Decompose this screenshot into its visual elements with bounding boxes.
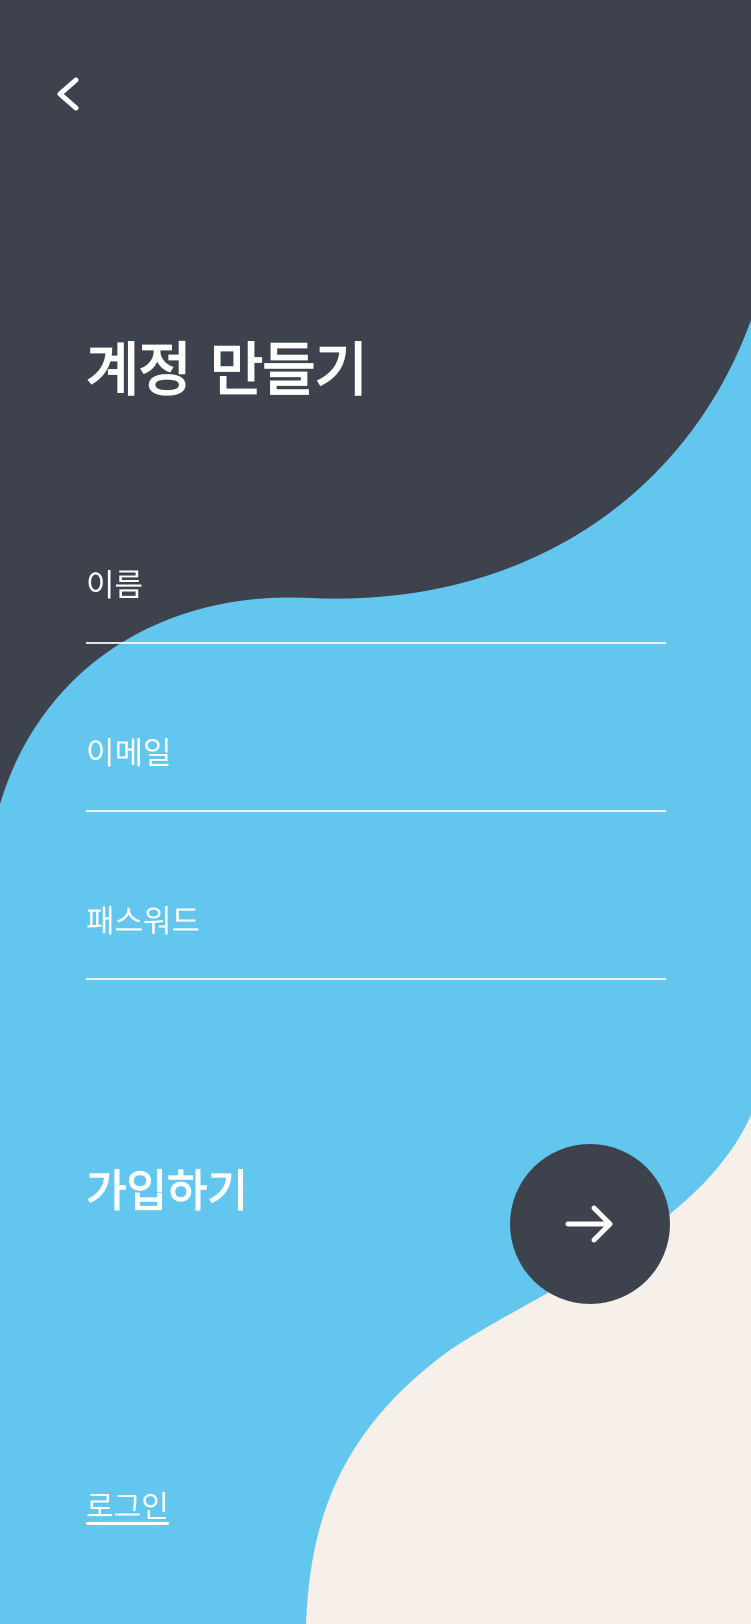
name-field[interactable]: 이름 <box>86 562 666 644</box>
signup-submit-button[interactable] <box>510 1144 670 1304</box>
signup-label: 가입하기 <box>86 1166 248 1217</box>
back-button[interactable] <box>46 66 94 122</box>
password-field[interactable]: 패스워드 <box>86 898 666 980</box>
email-field-label: 이메일 <box>86 736 172 772</box>
background-shapes <box>0 0 751 1624</box>
login-link[interactable]: 로그인 <box>86 1486 169 1530</box>
page-title: 계정 만들기 <box>86 336 368 404</box>
password-field-label: 패스워드 <box>86 904 201 940</box>
arrow-right-icon <box>565 1205 613 1243</box>
name-field-label: 이름 <box>86 568 144 604</box>
chevron-left-icon <box>57 77 79 111</box>
email-field[interactable]: 이메일 <box>86 730 666 812</box>
